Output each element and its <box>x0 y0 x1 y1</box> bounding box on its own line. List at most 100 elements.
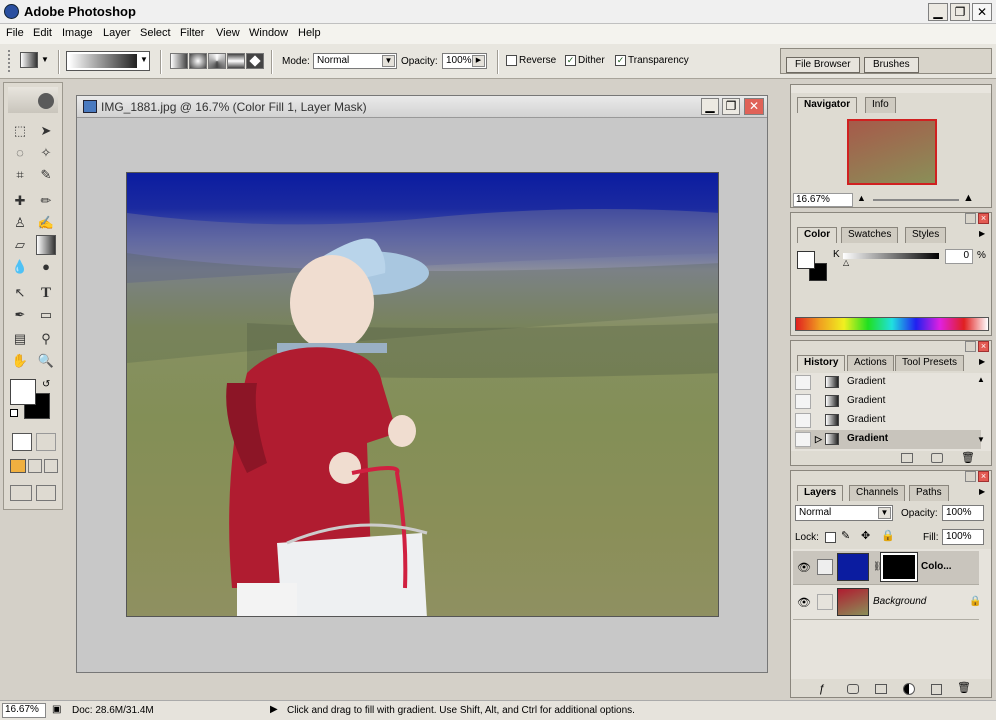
blur-tool-icon[interactable]: 💧 <box>10 257 30 277</box>
type-tool-icon[interactable]: T <box>36 283 56 303</box>
gradient-dropdown-arrow-icon[interactable]: ▼ <box>140 55 148 64</box>
linear-gradient-icon[interactable] <box>170 53 188 69</box>
layer-link-slot[interactable] <box>817 594 833 610</box>
k-slider[interactable] <box>843 253 939 259</box>
tab-navigator[interactable]: Navigator <box>797 97 858 113</box>
screen-mode-full-icon[interactable] <box>44 459 58 473</box>
tab-actions[interactable]: Actions <box>847 355 894 371</box>
status-menu-arrow-icon[interactable]: ▶ <box>270 704 278 715</box>
transparency-checkbox[interactable]: ✓ <box>615 55 626 66</box>
reverse-checkbox[interactable] <box>506 55 517 66</box>
layer-name[interactable]: Background <box>873 596 926 607</box>
tab-swatches[interactable]: Swatches <box>841 227 899 243</box>
gradient-picker[interactable]: ▼ <box>66 51 150 71</box>
navigator-zoom-field[interactable]: 16.67% <box>793 193 853 207</box>
layer-row-color-fill[interactable]: 👁 ⛓ Colo... <box>793 551 979 585</box>
angle-gradient-icon[interactable] <box>208 53 226 69</box>
edit-in-imageready-icon[interactable] <box>36 485 56 501</box>
dodge-tool-icon[interactable]: ● <box>36 257 56 277</box>
healing-brush-icon[interactable]: ✚ <box>10 191 30 211</box>
close-button[interactable]: ✕ <box>972 3 992 21</box>
opacity-field[interactable]: 100% ▶ <box>442 53 487 69</box>
background-layer-thumbnail[interactable] <box>837 588 869 616</box>
lock-all-icon[interactable]: 🔒 <box>881 529 895 542</box>
history-item[interactable]: Gradient <box>795 411 981 430</box>
radial-gradient-icon[interactable] <box>189 53 207 69</box>
panel-menu-arrow-icon[interactable]: ▶ <box>979 487 985 496</box>
new-snapshot-icon[interactable] <box>931 453 943 463</box>
slider-handle-icon[interactable]: △ <box>843 258 849 267</box>
fill-field[interactable]: 100% <box>942 529 984 545</box>
tab-tool-presets[interactable]: Tool Presets <box>895 355 965 371</box>
color-ramp[interactable] <box>795 317 989 331</box>
history-item[interactable]: Gradient <box>795 373 981 392</box>
history-brush-source[interactable] <box>795 432 811 447</box>
zoom-field[interactable]: 16.67% <box>2 703 46 718</box>
magic-wand-icon[interactable]: ✧ <box>36 143 56 163</box>
gradient-tool-preset-icon[interactable] <box>20 52 38 68</box>
mode-select[interactable]: Normal ▼ <box>313 53 397 69</box>
standard-mode-icon[interactable] <box>12 433 32 451</box>
jump-to-imageready-icon[interactable] <box>10 485 32 501</box>
file-browser-tab[interactable]: File Browser <box>786 57 860 73</box>
history-brush-icon[interactable]: ✍ <box>36 213 56 233</box>
swap-colors-icon[interactable]: ↺ <box>42 379 50 390</box>
menu-filter[interactable]: Filter <box>178 27 206 39</box>
options-grip[interactable] <box>8 50 12 72</box>
move-tool-icon[interactable]: ➤ <box>36 121 56 141</box>
tab-color[interactable]: Color <box>797 227 838 243</box>
menu-file[interactable]: File <box>4 27 26 39</box>
eye-icon[interactable]: 👁 <box>797 561 811 574</box>
zoom-tool-icon[interactable]: 🔍 <box>36 351 56 371</box>
eyedropper-icon[interactable]: ⚲ <box>36 329 56 349</box>
panel-menu-arrow-icon[interactable]: ▶ <box>979 357 985 366</box>
panel-grip[interactable] <box>791 85 991 93</box>
lasso-tool-icon[interactable]: ◌ <box>10 143 30 163</box>
menu-image[interactable]: Image <box>60 27 95 39</box>
image-canvas[interactable] <box>126 172 719 617</box>
zoom-out-icon[interactable]: ▲ <box>857 193 866 203</box>
layer-style-icon[interactable]: ƒ <box>819 683 825 695</box>
history-item[interactable]: Gradient <box>795 392 981 411</box>
panel-minimize-icon[interactable] <box>965 213 976 224</box>
fill-layer-thumbnail[interactable] <box>837 553 869 581</box>
reflected-gradient-icon[interactable] <box>227 53 245 69</box>
lock-position-icon[interactable]: ✥ <box>861 529 870 542</box>
quick-mask-icon[interactable] <box>36 433 56 451</box>
navigator-thumbnail[interactable] <box>847 119 937 185</box>
history-item-current[interactable]: ▷ Gradient <box>795 430 981 449</box>
pen-tool-icon[interactable]: ✒ <box>10 305 30 325</box>
restore-button[interactable]: ❐ <box>950 3 970 21</box>
brush-tool-icon[interactable]: ✏ <box>36 191 56 211</box>
diamond-gradient-icon[interactable] <box>246 53 264 69</box>
new-layer-icon[interactable] <box>931 684 942 695</box>
doc-maximize-button[interactable]: ❐ <box>722 98 740 115</box>
layer-mask-active-icon[interactable] <box>817 559 833 575</box>
lock-transparency-checkbox[interactable] <box>825 532 836 543</box>
menu-view[interactable]: View <box>214 27 242 39</box>
menu-help[interactable]: Help <box>296 27 323 39</box>
panel-close-icon[interactable]: × <box>978 471 989 482</box>
layer-row-background[interactable]: 👁 Background 🔒 <box>793 586 981 620</box>
tab-info[interactable]: Info <box>865 97 896 113</box>
layer-mask-thumbnail[interactable] <box>880 552 918 582</box>
trash-icon[interactable]: 🗑 <box>957 681 971 694</box>
crop-tool-icon[interactable]: ⌗ <box>10 165 30 185</box>
panel-close-icon[interactable]: × <box>978 213 989 224</box>
history-brush-source[interactable] <box>795 394 811 409</box>
rectangle-tool-icon[interactable]: ▭ <box>36 305 56 325</box>
marquee-tool-icon[interactable]: ⬚ <box>10 121 30 141</box>
menu-layer[interactable]: Layer <box>101 27 133 39</box>
zoom-slider[interactable] <box>873 199 959 201</box>
default-colors-icon[interactable] <box>10 409 18 417</box>
tab-paths[interactable]: Paths <box>909 485 949 501</box>
brushes-tab[interactable]: Brushes <box>864 57 919 73</box>
preset-dropdown-arrow-icon[interactable]: ▼ <box>41 55 49 64</box>
blend-mode-select[interactable]: Normal ▼ <box>795 505 893 521</box>
panel-close-icon[interactable]: × <box>978 341 989 352</box>
notes-tool-icon[interactable]: ▤ <box>10 329 30 349</box>
minimize-button[interactable]: ▁ <box>928 3 948 21</box>
new-document-from-state-icon[interactable] <box>901 453 913 463</box>
eraser-tool-icon[interactable]: ▱ <box>10 235 30 255</box>
eye-icon[interactable]: 👁 <box>797 596 811 609</box>
